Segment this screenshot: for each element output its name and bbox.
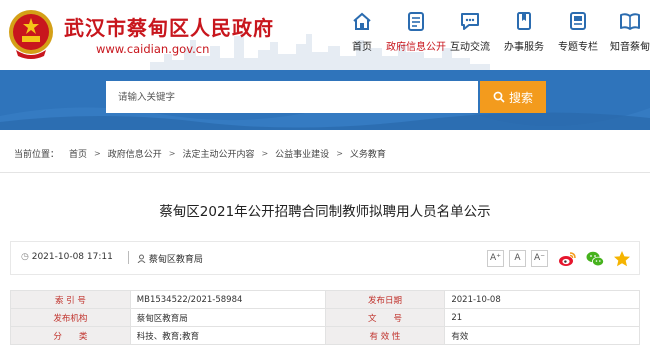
font-size-decrease-button[interactable]: A⁻: [531, 250, 548, 267]
table-row: 索 引 号 MB1534522/2021-58984 发布日期 2021-10-…: [10, 290, 640, 309]
nav-item-label: 知音蔡甸: [610, 42, 650, 53]
breadcrumb-item-home[interactable]: 首页: [69, 147, 87, 160]
user-icon: [137, 254, 146, 264]
chevron-right-icon: >: [261, 148, 269, 158]
breadcrumb-item-statutory-content[interactable]: 法定主动公开内容: [182, 147, 254, 160]
article-source: 蔡甸区教育局: [137, 252, 203, 265]
document-info-table: 索 引 号 MB1534522/2021-58984 发布日期 2021-10-…: [10, 290, 640, 345]
article-source-value: 蔡甸区教育局: [148, 255, 203, 265]
weibo-share-icon[interactable]: [557, 249, 577, 269]
home-icon: [353, 12, 371, 30]
info-label: 索 引 号: [10, 290, 131, 309]
info-value: MB1534522/2021-58984: [129, 290, 326, 309]
info-value: 蔡甸区教育局: [129, 308, 326, 327]
divider: [0, 172, 650, 173]
font-size-increase-button[interactable]: A⁺: [487, 250, 504, 267]
site-header: 武汉市蔡甸区人民政府 www.caidian.gov.cn 首页 政府信息公开: [0, 0, 650, 70]
chevron-right-icon: >: [336, 148, 343, 158]
breadcrumb: 当前位置： 首页 > 政府信息公开 > 法定主动公开内容 > 公益事业建设 > …: [14, 145, 386, 161]
book-icon: [620, 13, 640, 30]
column-icon: [570, 12, 586, 30]
publish-date-value: 2021-10-08 17:11: [31, 252, 113, 262]
chevron-right-icon: >: [168, 148, 176, 158]
info-label: 分 类: [10, 326, 131, 345]
wechat-share-icon[interactable]: [585, 249, 605, 269]
divider: [128, 251, 129, 264]
clock-icon: ◷: [21, 252, 29, 262]
table-row: 发布机构 蔡甸区教育局 文 号 21: [10, 308, 640, 327]
breadcrumb-item-public-welfare[interactable]: 公益事业建设: [275, 147, 329, 160]
search-banner: 搜索: [0, 70, 650, 130]
document-icon: [408, 12, 424, 31]
search-button-label: 搜索: [508, 90, 533, 105]
table-row: 分 类 科技、教育;教育 有 效 性 有效: [10, 326, 640, 345]
article-meta-bar: ◷ 2021-10-08 17:11 蔡甸区教育局 A⁺ A A⁻: [10, 241, 640, 275]
search-input[interactable]: [106, 81, 478, 113]
info-value: 2021-10-08: [444, 290, 640, 309]
breadcrumb-prefix: 当前位置：: [14, 149, 60, 160]
article-title: 蔡甸区2021年公开招聘合同制教师拟聘用人员名单公示: [159, 204, 491, 220]
font-size-default-button[interactable]: A: [509, 250, 526, 267]
publish-date: ◷ 2021-10-08 17:11: [21, 252, 113, 262]
favorite-star-icon[interactable]: [612, 249, 632, 269]
info-label: 文 号: [324, 308, 446, 327]
chevron-right-icon: >: [94, 148, 101, 158]
chat-icon: [461, 13, 479, 30]
bookmark-icon: [517, 12, 531, 30]
info-label: 有 效 性: [324, 326, 446, 345]
info-value: 21: [444, 308, 640, 327]
breadcrumb-item-compulsory-education[interactable]: 义务教育: [350, 147, 386, 160]
breadcrumb-item-info-disclosure[interactable]: 政府信息公开: [108, 147, 162, 160]
info-value: 科技、教育;教育: [129, 326, 326, 345]
search-icon: [493, 91, 505, 103]
site-name[interactable]: 武汉市蔡甸区人民政府: [64, 12, 274, 41]
info-value: 有效: [444, 326, 640, 345]
search-button[interactable]: 搜索: [480, 81, 546, 113]
main-nav: 首页 政府信息公开 互动交流 办事服务 专题专栏 知音蔡甸: [330, 0, 650, 70]
info-label: 发布日期: [324, 290, 446, 309]
info-label: 发布机构: [10, 308, 131, 327]
site-url: www.caidian.gov.cn: [96, 42, 210, 56]
nav-item-zhiyin-caidian[interactable]: 知音蔡甸: [598, 10, 650, 62]
national-emblem-logo: [9, 10, 53, 59]
